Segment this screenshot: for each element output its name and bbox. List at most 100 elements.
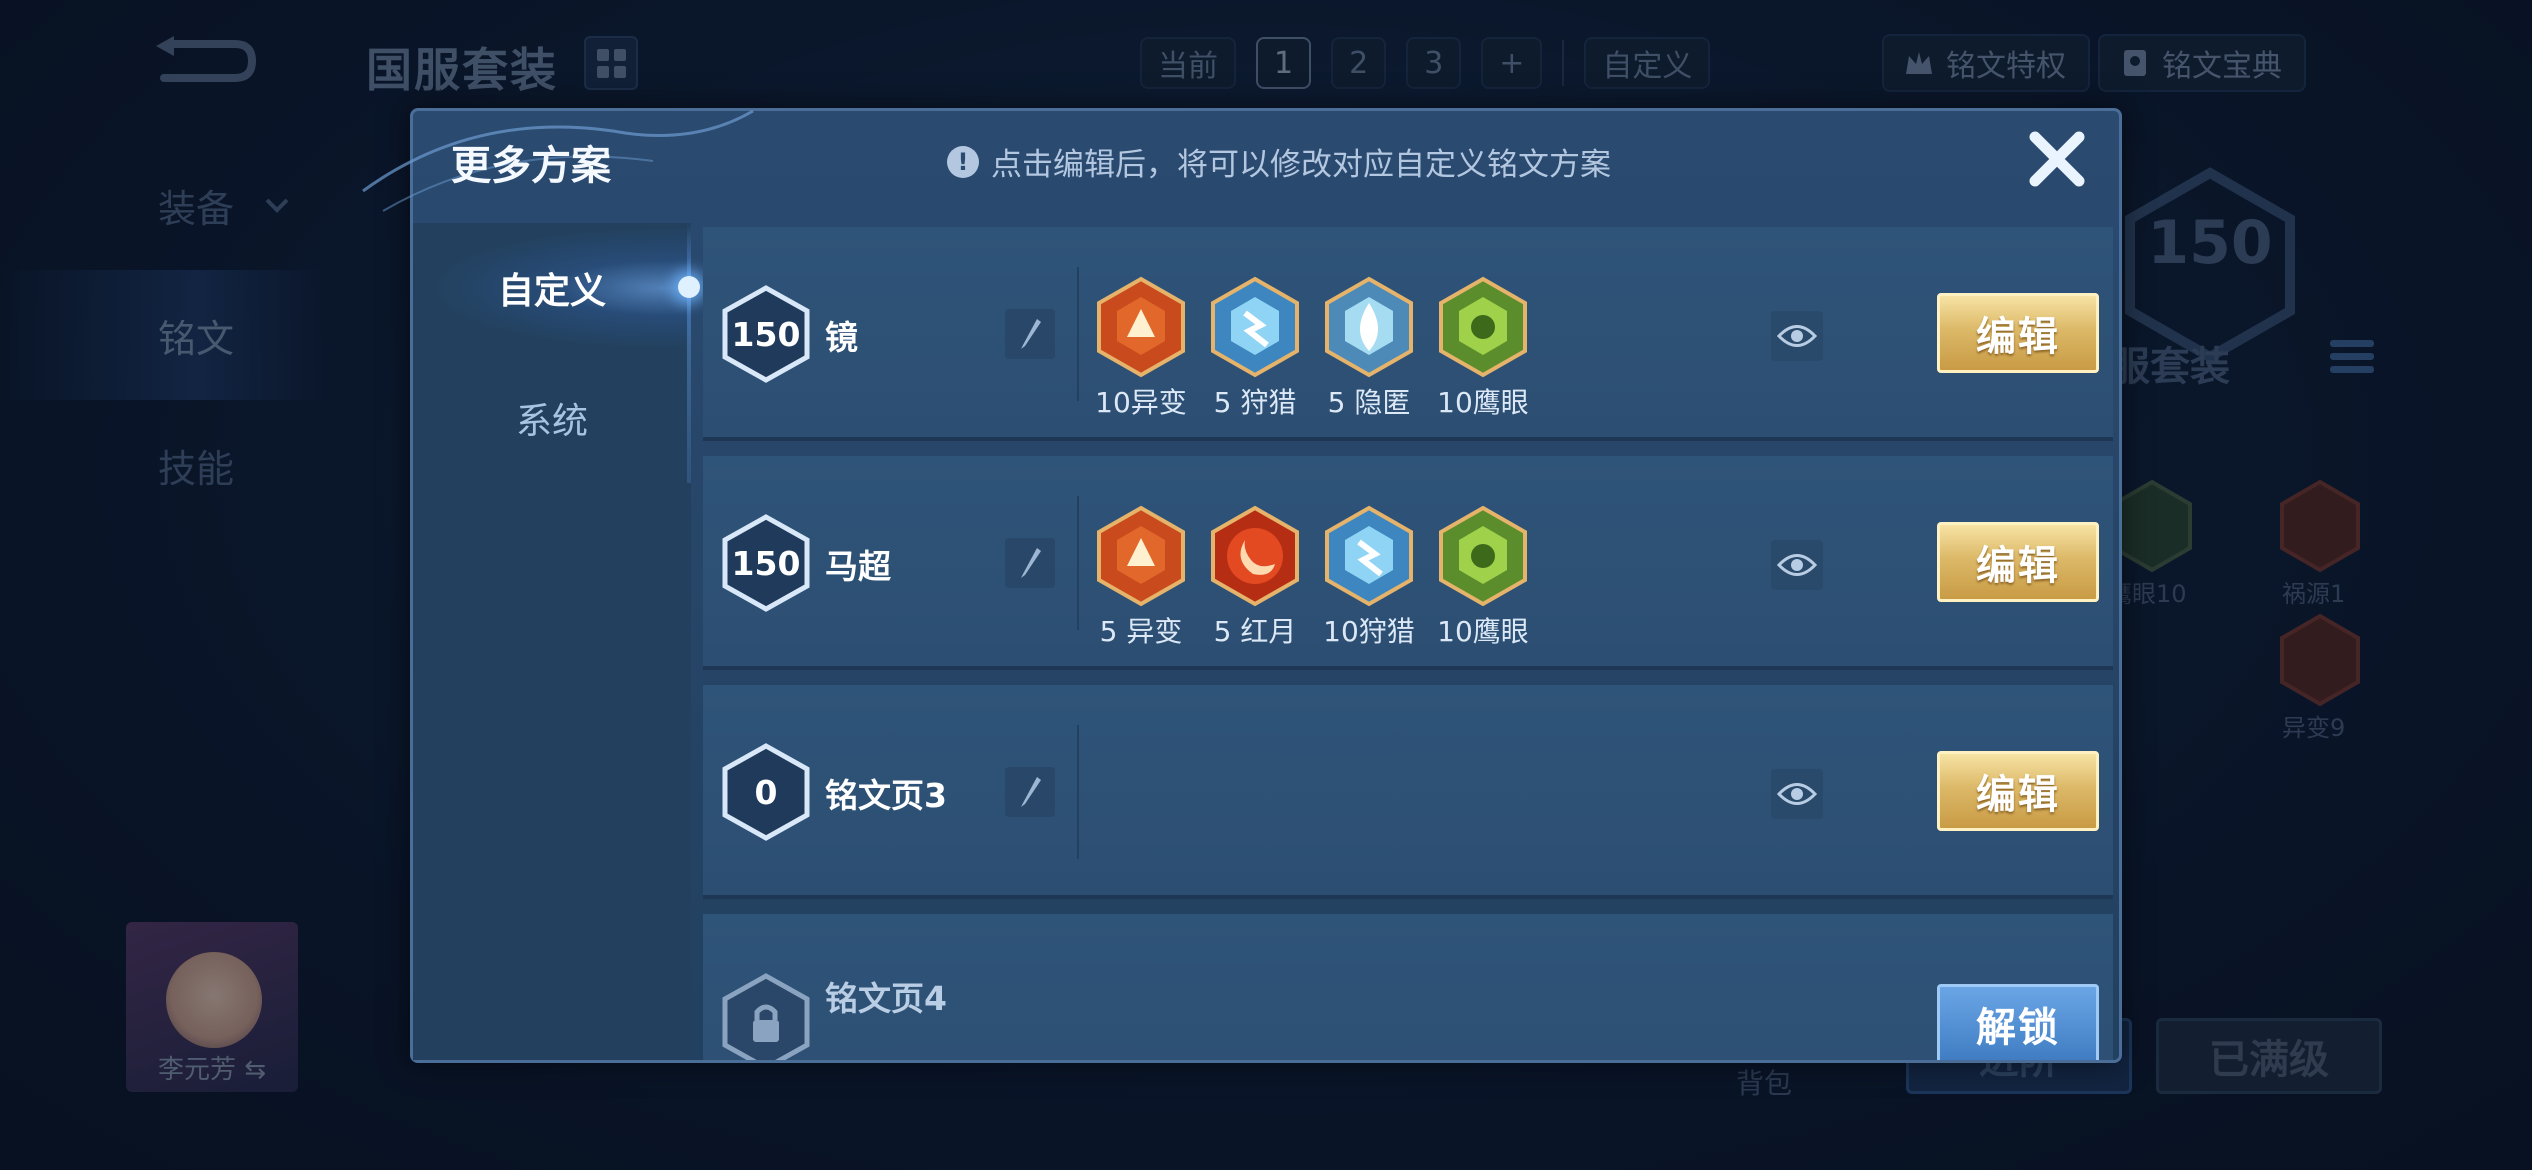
page-name: 铭文页3 xyxy=(825,776,947,815)
tab-slot-1[interactable]: 1 xyxy=(1256,37,1312,89)
rune-item[interactable]: 5 异变 xyxy=(1095,504,1187,650)
grid-icon xyxy=(596,48,626,78)
more-plans-modal: 更多方案 ! 点击编辑后，将可以修改对应自定义铭文方案 自定义 系统 150 镜 xyxy=(362,108,2122,1063)
swap-icon[interactable]: ⇆ xyxy=(244,1055,266,1085)
rune-shoulie-icon xyxy=(1325,505,1413,607)
nav-equipment-label: 装备 xyxy=(158,186,235,231)
page-name: 铭文页4 xyxy=(825,979,947,1018)
eye-icon xyxy=(1777,783,1817,805)
eye-icon xyxy=(1777,325,1817,347)
tab-custom-plans-label: 自定义 xyxy=(497,271,606,312)
page-name: 镜 xyxy=(825,318,858,357)
lock-icon xyxy=(722,973,810,1060)
nav-equipment[interactable]: 装备 xyxy=(0,140,330,270)
bg-rune-label: 异变9 xyxy=(2282,714,2346,742)
rename-button[interactable] xyxy=(1005,309,1055,359)
preview-button[interactable] xyxy=(1771,540,1823,590)
backpack-label[interactable]: 背包 xyxy=(1736,1062,1792,1102)
hero-avatar[interactable]: 李元芳 ⇆ xyxy=(126,922,298,1092)
preview-button[interactable] xyxy=(1771,311,1823,361)
rune-yingyan-icon xyxy=(1439,505,1527,607)
rune-label: 5 异变 xyxy=(1099,615,1183,648)
rune-page-row: 150 镜 10异变 5 狩猎 5 隐匿 10鹰眼 编辑 xyxy=(703,227,2113,441)
edit-button[interactable]: 编辑 xyxy=(1937,293,2099,373)
rune-item[interactable]: 10鹰眼 xyxy=(1437,275,1529,421)
tab-add[interactable]: + xyxy=(1481,37,1543,89)
edit-button[interactable]: 编辑 xyxy=(1937,522,2099,602)
rune-item[interactable]: 10异变 xyxy=(1095,275,1187,421)
rune-item[interactable]: 5 狩猎 xyxy=(1209,275,1301,421)
rename-button[interactable] xyxy=(1005,767,1055,817)
side-nav: 装备 铭文 技能 xyxy=(0,140,330,530)
pen-icon xyxy=(1021,777,1041,807)
tab-system-plans-label: 系统 xyxy=(515,401,588,442)
nav-runes[interactable]: 铭文 xyxy=(0,270,330,400)
menu-icon[interactable] xyxy=(2330,340,2374,390)
page-level: 150 xyxy=(731,543,801,583)
rune-codex-label: 铭文宝典 xyxy=(2162,49,2282,84)
rune-page-row: 0 铭文页3 编辑 xyxy=(703,685,2113,899)
rune-label: 5 红月 xyxy=(1213,615,1297,648)
grid-view-button[interactable] xyxy=(584,36,638,90)
edit-button[interactable]: 编辑 xyxy=(1937,751,2099,831)
nav-skills-label: 技能 xyxy=(158,446,235,491)
nav-skills[interactable]: 技能 xyxy=(0,400,330,530)
right-panel-title: 服套装 xyxy=(2110,344,2230,390)
modal-title: 更多方案 xyxy=(451,143,611,189)
rune-yingyan-icon xyxy=(2112,479,2192,573)
page-title: 国服套装 xyxy=(366,43,558,97)
rune-privilege-label: 铭文特权 xyxy=(1946,49,2066,84)
tab-slot-2[interactable]: 2 xyxy=(1331,37,1387,89)
page-level: 0 xyxy=(754,772,778,812)
back-icon[interactable] xyxy=(150,36,260,86)
rune-item[interactable]: 5 红月 xyxy=(1209,504,1301,650)
close-icon[interactable] xyxy=(2025,127,2089,191)
rune-yingyan-icon xyxy=(1439,276,1527,378)
rune-label: 10鹰眼 xyxy=(1437,615,1529,648)
right-panel-level: 150 xyxy=(2147,208,2273,278)
pen-icon xyxy=(1021,548,1041,578)
unlock-button[interactable]: 解锁 xyxy=(1937,984,2099,1060)
level-badge: 0 xyxy=(721,742,811,842)
preview-button[interactable] xyxy=(1771,769,1823,819)
bg-rune-label: 祸源1 xyxy=(2282,580,2346,608)
chevron-down-icon xyxy=(265,198,289,213)
rune-label: 10鹰眼 xyxy=(1437,386,1529,419)
tab-custom-plans[interactable]: 自定义 xyxy=(413,223,700,353)
page-level: 150 xyxy=(731,314,801,354)
tab-system-plans[interactable]: 系统 xyxy=(413,353,691,483)
rune-label: 10狩猎 xyxy=(1323,615,1415,648)
crown-icon xyxy=(1906,52,1932,74)
rune-privilege-button[interactable]: 铭文特权 xyxy=(1882,34,2090,92)
avatar xyxy=(166,952,262,1048)
tab-custom[interactable]: 自定义 xyxy=(1584,37,1711,89)
rune-item[interactable]: 10狩猎 xyxy=(1323,504,1415,650)
rune-item[interactable]: 5 隐匿 xyxy=(1323,275,1415,421)
hero-name: 李元芳 xyxy=(157,1055,236,1085)
rune-yibian-icon xyxy=(1097,505,1185,607)
level-badge: 150 xyxy=(721,513,811,613)
rune-list: 5 异变 5 红月 10狩猎 10鹰眼 xyxy=(1095,504,1529,650)
rune-label: 10异变 xyxy=(1095,386,1187,419)
modal-side-tabs: 自定义 系统 xyxy=(413,223,700,1060)
rune-hongyue-icon xyxy=(1211,505,1299,607)
info-icon: ! xyxy=(947,145,979,178)
book-icon xyxy=(2124,50,2146,76)
nav-runes-label: 铭文 xyxy=(158,316,235,361)
max-level-button: 已满级 xyxy=(2156,1018,2382,1094)
page-tabs: 当前 1 2 3 + 自定义 xyxy=(1140,36,1711,90)
rune-list: 10异变 5 狩猎 5 隐匿 10鹰眼 xyxy=(1095,275,1529,421)
rune-item[interactable]: 10鹰眼 xyxy=(1437,504,1529,650)
tab-slot-3[interactable]: 3 xyxy=(1406,37,1462,89)
rune-label: 5 隐匿 xyxy=(1327,386,1411,419)
rune-page-row-locked: 铭文页4 解锁 xyxy=(703,914,2113,1060)
rename-button[interactable] xyxy=(1005,538,1055,588)
level-badge: 150 xyxy=(721,284,811,384)
rune-codex-button[interactable]: 铭文宝典 xyxy=(2098,34,2306,92)
rune-page-row: 150 马超 5 异变 5 红月 10狩猎 10鹰眼 编辑 xyxy=(703,456,2113,670)
rune-page-list: 150 镜 10异变 5 狩猎 5 隐匿 10鹰眼 编辑 150 马超 5 异变… xyxy=(703,227,2113,1060)
rune-label: 5 狩猎 xyxy=(1213,386,1297,419)
tab-current[interactable]: 当前 xyxy=(1140,37,1236,89)
rune-yibian-icon xyxy=(2280,613,2360,707)
pen-icon xyxy=(1021,319,1041,349)
